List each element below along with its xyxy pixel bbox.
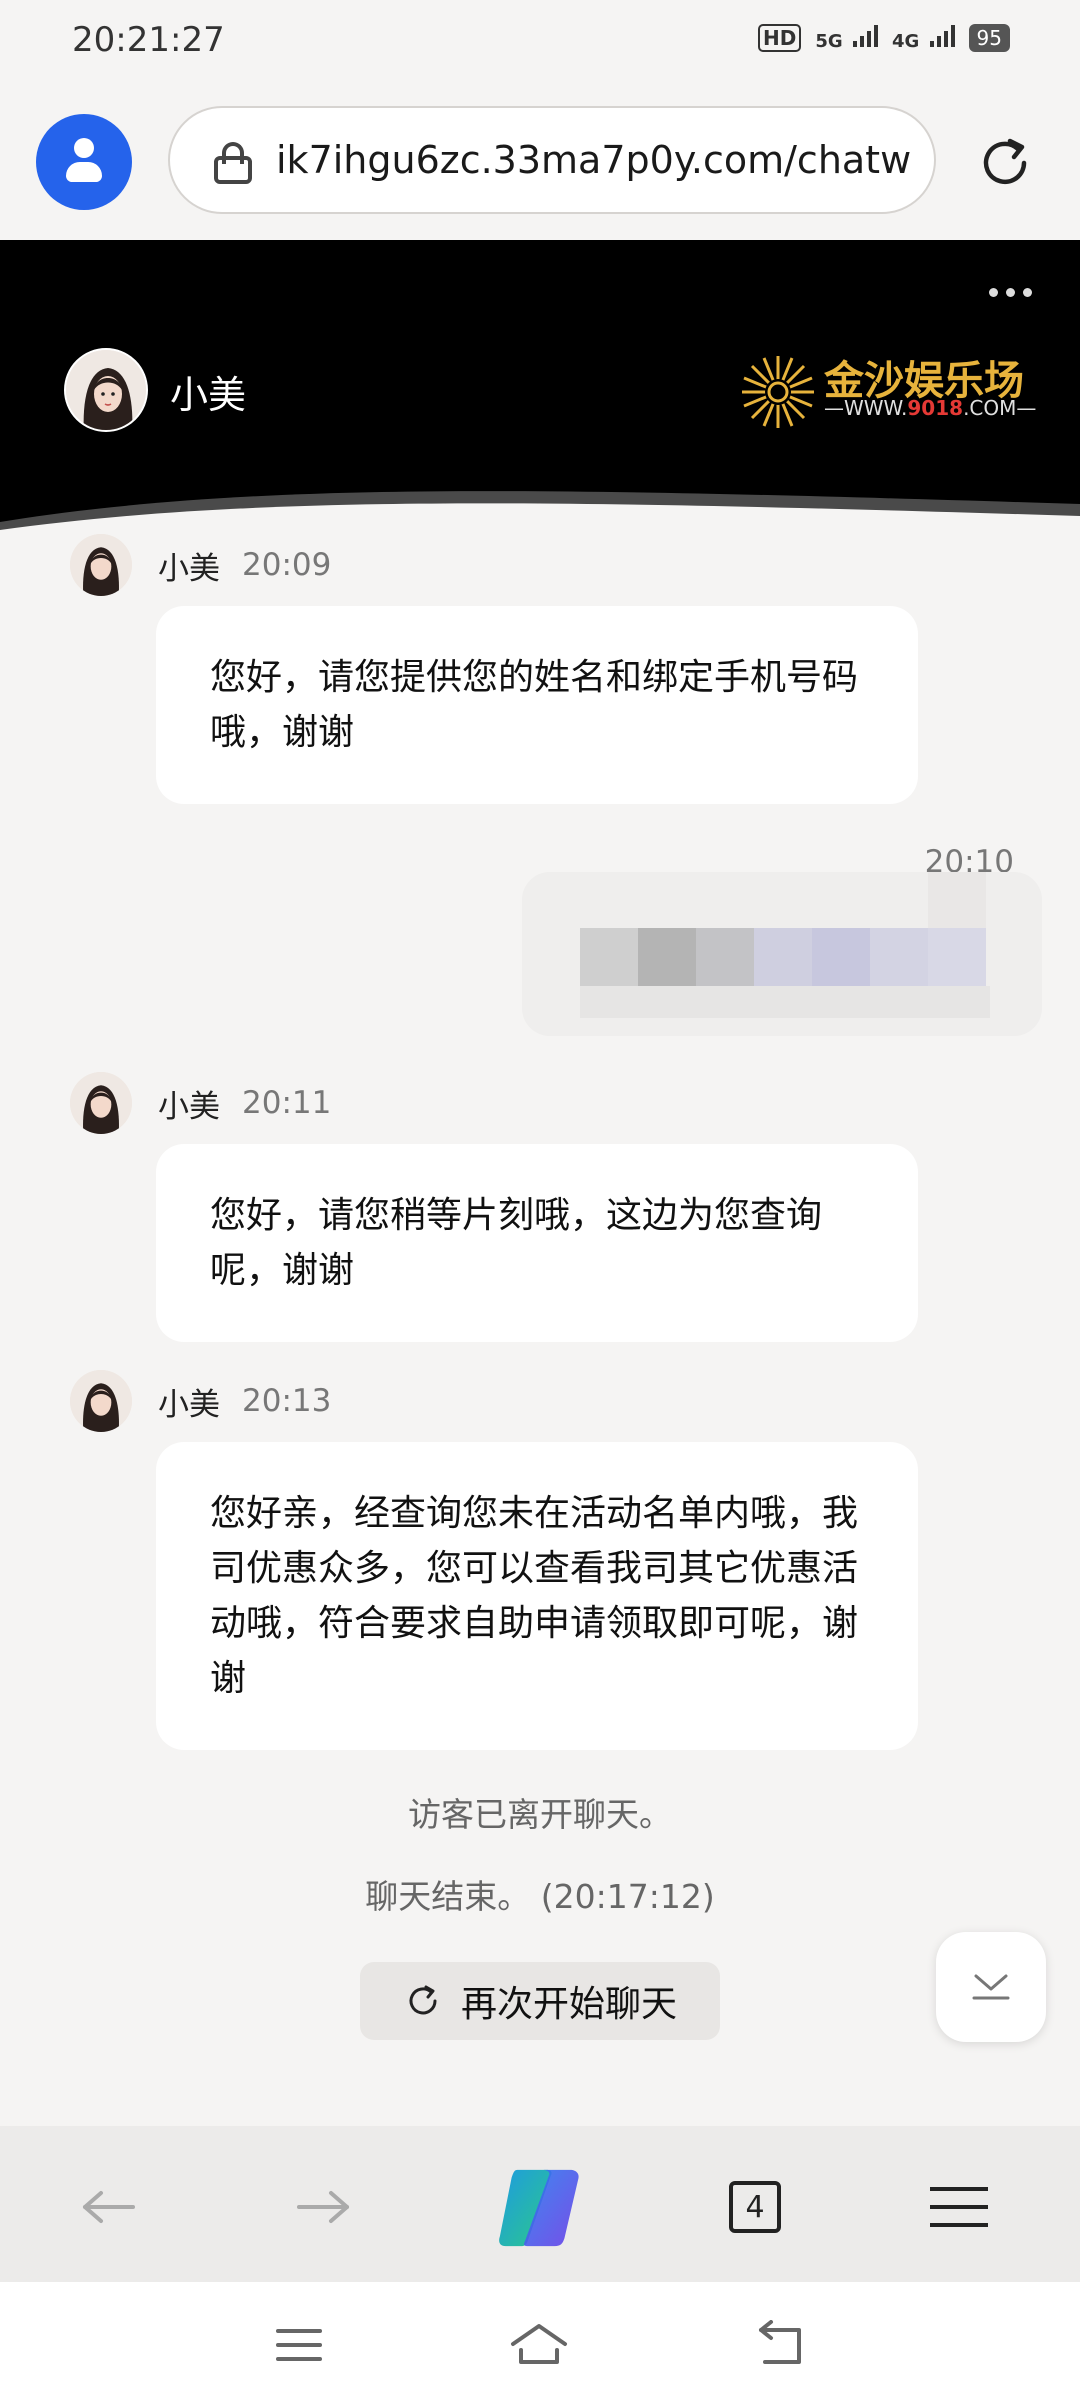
agent-avatar-small — [70, 1370, 132, 1432]
logo-url: —WWW.9018.COM— — [824, 396, 1037, 420]
tab-count: 4 — [729, 2181, 781, 2233]
sun-logo-icon — [742, 356, 814, 428]
reload-icon[interactable] — [974, 132, 1036, 194]
agent-name: 小美 — [170, 373, 247, 417]
agent-avatar-small — [70, 534, 132, 596]
message-time: 20:11 — [242, 1085, 332, 1121]
lock-icon — [214, 142, 252, 184]
system-navigation-bar — [0, 2282, 1080, 2408]
agent-message-bubble: 您好，请您稍等片刻哦，这边为您查询呢，谢谢 — [156, 1144, 918, 1342]
back-button[interactable] — [64, 2162, 154, 2252]
profile-icon — [74, 138, 94, 158]
url-text: ik7ihgu6zc.33ma7p0y.com/chatw — [276, 138, 912, 182]
network-5g-label: 5G — [815, 30, 843, 52]
recents-icon — [276, 2329, 322, 2361]
agent-message-bubble: 您好，请您提供您的姓名和绑定手机号码哦，谢谢 — [156, 606, 918, 804]
forward-button[interactable] — [278, 2162, 368, 2252]
profile-button[interactable] — [36, 114, 132, 210]
visitor-message-bubble-redacted — [522, 872, 1042, 1036]
chat-header: 小美 金沙娱乐场 —WWW.9018.COM— — [0, 240, 1080, 540]
status-time: 20:21:27 — [72, 20, 225, 60]
sender-name: 小美 — [158, 1088, 220, 1125]
copilot-icon — [499, 2169, 579, 2247]
recent-apps-button[interactable] — [264, 2310, 334, 2380]
hamburger-icon — [930, 2187, 988, 2227]
scroll-to-bottom-button[interactable] — [936, 1932, 1046, 2042]
url-field[interactable]: ik7ihgu6zc.33ma7p0y.com/chatw — [168, 106, 936, 214]
menu-button[interactable] — [914, 2162, 1004, 2252]
signal-icon — [929, 24, 955, 47]
tabs-button[interactable]: 4 — [710, 2162, 800, 2252]
header-wave — [0, 491, 1080, 540]
network-4g-icon: 4G — [891, 24, 955, 52]
browser-address-bar: ik7ihgu6zc.33ma7p0y.com/chatw — [0, 86, 1080, 240]
status-icons: HD 5G 4G 95 — [758, 24, 1010, 52]
chat-ended-notice: 聊天结束。 (20:17:12) — [365, 1877, 715, 1916]
arrow-right-icon — [297, 2191, 349, 2223]
status-bar: 20:21:27 HD 5G 4G 95 — [0, 0, 1080, 86]
home-icon — [511, 2324, 567, 2364]
system-back-button[interactable] — [746, 2310, 816, 2380]
more-options-icon[interactable] — [989, 288, 1032, 297]
back-icon — [759, 2320, 801, 2364]
message-time: 20:09 — [242, 547, 332, 583]
hd-icon: HD — [758, 24, 802, 52]
agent-avatar-small — [70, 1072, 132, 1134]
signal-icon — [852, 24, 878, 47]
sender-name: 小美 — [158, 1386, 220, 1423]
battery-icon: 95 — [968, 24, 1010, 52]
visitor-left-notice: 访客已离开聊天。 — [408, 1795, 672, 1834]
message-time: 20:13 — [242, 1383, 332, 1419]
restart-chat-button[interactable]: 再次开始聊天 — [360, 1962, 720, 2040]
message-meta: 小美 20:13 — [70, 1370, 331, 1432]
sender-name: 小美 — [158, 550, 220, 587]
download-arrow-icon — [972, 1974, 1010, 2000]
network-5g-icon: 5G — [815, 24, 878, 52]
brand-logo: 金沙娱乐场 —WWW.9018.COM— — [740, 348, 1036, 438]
agent-message-bubble: 您好亲，经查询您未在活动名单内哦，我司优惠众多，您可以查看我司其它优惠活动哦，符… — [156, 1442, 918, 1750]
refresh-icon — [409, 1985, 437, 2015]
arrow-left-icon — [83, 2191, 135, 2223]
message-meta: 小美 20:09 — [70, 534, 331, 596]
home-button[interactable] — [504, 2310, 574, 2380]
message-meta: 小美 20:11 — [70, 1072, 331, 1134]
network-4g-label: 4G — [891, 30, 920, 52]
browser-toolbar: 4 — [0, 2126, 1080, 2282]
copilot-button[interactable] — [494, 2162, 584, 2252]
agent-avatar — [64, 348, 148, 432]
restart-chat-label: 再次开始聊天 — [460, 1984, 677, 2025]
